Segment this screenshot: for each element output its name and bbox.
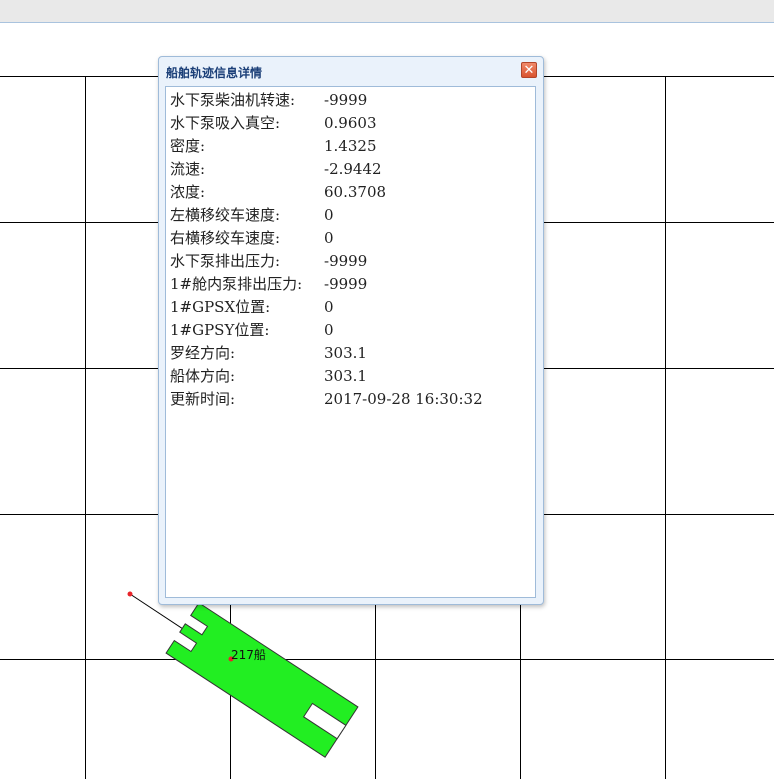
info-value: 60.3708 (324, 183, 387, 201)
close-icon[interactable]: ✕ (521, 62, 537, 78)
info-label: 水下泵吸入真空: (170, 114, 281, 132)
popup-body: 水下泵柴油机转速: -9999 水下泵吸入真空: 0.9603 密度: 1.4325 … (165, 86, 536, 598)
ship-hull[interactable] (165, 602, 359, 758)
info-value: 0 (324, 321, 334, 339)
info-value: 2017-09-28 16:30:32 (324, 390, 483, 408)
info-value: 1.4325 (324, 137, 377, 155)
ship-track-info-popup: 船舶轨迹信息详情 ✕ 水下泵柴油机转速: -9999 水下泵吸入真空: 0.9603… (158, 56, 544, 605)
info-label: 1#GPSY位置: (170, 321, 270, 339)
ship-label[interactable]: 217船 (231, 646, 266, 663)
info-value: -9999 (324, 91, 368, 109)
info-value: -2.9442 (324, 160, 382, 178)
info-label: 更新时间: (170, 390, 236, 408)
info-label: 水下泵排出压力: (170, 252, 281, 270)
info-value: 0 (324, 229, 334, 247)
info-label: 1#舱内泵排出压力: (170, 275, 303, 293)
info-label: 左横移绞车速度: (170, 206, 281, 224)
info-label: 密度: (170, 137, 206, 155)
info-value: 0.9603 (324, 114, 377, 132)
ship-heading-end-dot (127, 591, 133, 597)
info-label: 罗经方向: (170, 344, 236, 362)
info-value: -9999 (324, 252, 368, 270)
info-value: 303.1 (324, 344, 367, 362)
popup-title: 船舶轨迹信息详情 (166, 66, 263, 80)
info-label: 流速: (170, 160, 206, 178)
info-label: 水下泵柴油机转速: (170, 91, 296, 109)
info-label: 1#GPSX位置: (170, 298, 271, 316)
info-label: 船体方向: (170, 367, 236, 385)
info-value: 303.1 (324, 367, 367, 385)
info-value: -9999 (324, 275, 368, 293)
info-value: 0 (324, 298, 334, 316)
info-label: 右横移绞车速度: (170, 229, 281, 247)
info-value: 0 (324, 206, 334, 224)
info-label: 浓度: (170, 183, 206, 201)
